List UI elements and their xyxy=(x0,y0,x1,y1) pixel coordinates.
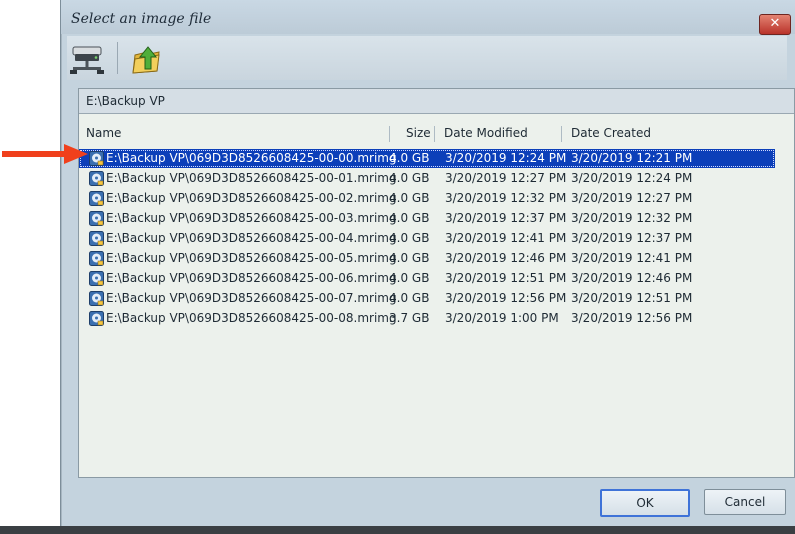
close-icon: ✕ xyxy=(769,16,781,31)
disk-image-file-icon xyxy=(89,171,104,186)
file-size: 4.0 GB xyxy=(389,171,430,185)
file-date-modified: 3/20/2019 1:00 PM xyxy=(445,311,559,325)
file-row[interactable]: E:\Backup VP\069D3D8526608425-00-03.mrim… xyxy=(79,209,775,228)
file-date-created: 3/20/2019 12:32 PM xyxy=(571,211,693,225)
file-date-modified: 3/20/2019 12:41 PM xyxy=(445,231,567,245)
column-divider[interactable] xyxy=(561,126,562,142)
file-date-created: 3/20/2019 12:56 PM xyxy=(571,311,693,325)
file-date-modified: 3/20/2019 12:51 PM xyxy=(445,271,567,285)
file-size: 4.0 GB xyxy=(389,251,430,265)
file-list-panel: E:\Backup VP Name Size Date Modified Dat… xyxy=(78,88,795,478)
file-name: E:\Backup VP\069D3D8526608425-00-04.mrim… xyxy=(106,231,397,245)
cancel-button[interactable]: Cancel xyxy=(704,489,786,515)
disk-image-file-icon xyxy=(89,191,104,206)
path-bar[interactable]: E:\Backup VP xyxy=(79,89,794,114)
column-divider[interactable] xyxy=(434,126,435,142)
disk-image-file-icon xyxy=(89,251,104,266)
file-date-modified: 3/20/2019 12:37 PM xyxy=(445,211,567,225)
file-date-created: 3/20/2019 12:51 PM xyxy=(571,291,693,305)
file-date-created: 3/20/2019 12:24 PM xyxy=(571,171,693,185)
file-name: E:\Backup VP\069D3D8526608425-00-07.mrim… xyxy=(106,291,397,305)
file-date-created: 3/20/2019 12:21 PM xyxy=(571,151,693,165)
ok-button[interactable]: OK xyxy=(600,489,690,517)
file-row[interactable]: E:\Backup VP\069D3D8526608425-00-02.mrim… xyxy=(79,189,775,208)
file-date-modified: 3/20/2019 12:27 PM xyxy=(445,171,567,185)
column-modified-header[interactable]: Date Modified xyxy=(444,123,528,143)
disk-image-file-icon xyxy=(89,211,104,226)
network-drive-button[interactable] xyxy=(67,39,107,77)
file-date-modified: 3/20/2019 12:32 PM xyxy=(445,191,567,205)
up-folder-button[interactable] xyxy=(127,39,167,77)
file-row[interactable]: E:\Backup VP\069D3D8526608425-00-00.mrim… xyxy=(79,149,775,168)
disk-image-file-icon xyxy=(89,271,104,286)
file-row[interactable]: E:\Backup VP\069D3D8526608425-00-07.mrim… xyxy=(79,289,775,308)
file-row[interactable]: E:\Backup VP\069D3D8526608425-00-04.mrim… xyxy=(79,229,775,248)
file-date-modified: 3/20/2019 12:24 PM xyxy=(445,151,567,165)
file-dialog: Select an image file ✕ E:\Backup VP Name… xyxy=(60,0,795,531)
file-size: 4.0 GB xyxy=(389,291,430,305)
file-row[interactable]: E:\Backup VP\069D3D8526608425-00-01.mrim… xyxy=(79,169,775,188)
file-date-modified: 3/20/2019 12:46 PM xyxy=(445,251,567,265)
file-name: E:\Backup VP\069D3D8526608425-00-06.mrim… xyxy=(106,271,397,285)
network-drive-icon xyxy=(70,46,104,74)
file-date-modified: 3/20/2019 12:56 PM xyxy=(445,291,567,305)
file-name: E:\Backup VP\069D3D8526608425-00-00.mrim… xyxy=(106,151,397,165)
file-row[interactable]: E:\Backup VP\069D3D8526608425-00-06.mrim… xyxy=(79,269,775,288)
disk-image-file-icon xyxy=(89,231,104,246)
file-size: 4.0 GB xyxy=(389,191,430,205)
dialog-title: Select an image file xyxy=(71,11,212,27)
file-date-created: 3/20/2019 12:37 PM xyxy=(571,231,693,245)
disk-image-file-icon xyxy=(89,291,104,306)
file-name: E:\Backup VP\069D3D8526608425-00-08.mrim… xyxy=(106,311,397,325)
column-header: Name Size Date Modified Date Created xyxy=(79,123,794,143)
file-name: E:\Backup VP\069D3D8526608425-00-03.mrim… xyxy=(106,211,397,225)
disk-image-file-icon xyxy=(89,311,104,326)
title-bar[interactable]: Select an image file ✕ xyxy=(61,0,795,35)
current-path: E:\Backup VP xyxy=(86,94,165,108)
file-date-created: 3/20/2019 12:41 PM xyxy=(571,251,693,265)
file-date-created: 3/20/2019 12:27 PM xyxy=(571,191,693,205)
file-size: 4.0 GB xyxy=(389,231,430,245)
column-size-header[interactable]: Size xyxy=(406,123,431,143)
file-row[interactable]: E:\Backup VP\069D3D8526608425-00-08.mrim… xyxy=(79,309,775,328)
file-date-created: 3/20/2019 12:46 PM xyxy=(571,271,693,285)
toolbar-separator xyxy=(117,42,118,74)
close-button[interactable]: ✕ xyxy=(759,14,791,35)
column-name-header[interactable]: Name xyxy=(86,123,121,143)
file-name: E:\Backup VP\069D3D8526608425-00-02.mrim… xyxy=(106,191,397,205)
disk-image-file-icon xyxy=(89,151,104,166)
file-row[interactable]: E:\Backup VP\069D3D8526608425-00-05.mrim… xyxy=(79,249,775,268)
file-name: E:\Backup VP\069D3D8526608425-00-05.mrim… xyxy=(106,251,397,265)
screen-bezel xyxy=(0,526,795,534)
file-size: 4.0 GB xyxy=(389,211,430,225)
toolbar xyxy=(67,36,787,80)
file-size: 3.7 GB xyxy=(389,311,430,325)
file-size: 4.0 GB xyxy=(389,271,430,285)
file-size: 4.0 GB xyxy=(389,151,430,165)
file-name: E:\Backup VP\069D3D8526608425-00-01.mrim… xyxy=(106,171,397,185)
annotation-arrow xyxy=(2,143,88,165)
column-divider[interactable] xyxy=(389,126,390,142)
up-folder-icon xyxy=(132,46,160,74)
column-created-header[interactable]: Date Created xyxy=(571,123,651,143)
